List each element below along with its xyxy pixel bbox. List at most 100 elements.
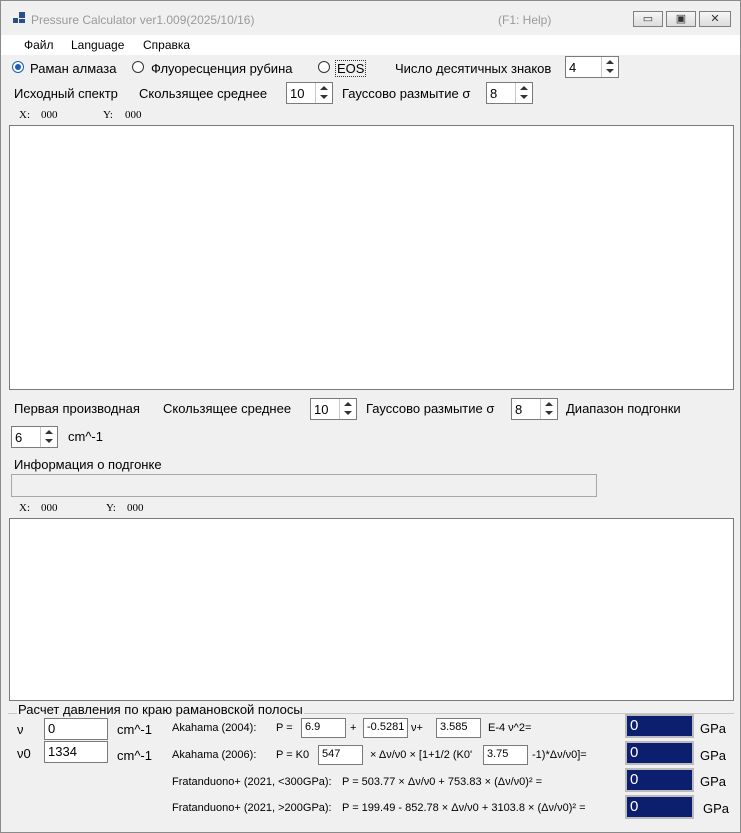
fit-range-label: Диапазон подгонки — [566, 401, 681, 416]
close-button[interactable]: ✕ — [699, 11, 731, 27]
akahama2004-result: 0 — [625, 714, 694, 738]
app-icon — [13, 12, 25, 24]
help-hint: (F1: Help) — [498, 13, 552, 27]
fit-info-field[interactable] — [11, 474, 597, 497]
spectrum-plot-area[interactable] — [9, 125, 734, 390]
fit-range-value: 6 — [15, 430, 23, 445]
spectrum-moving-avg-label: Скользящее среднее — [139, 86, 268, 101]
derivative-moving-avg-stepper[interactable]: 10 — [310, 398, 357, 420]
akahama2004-b-input[interactable]: -0.5281 — [363, 718, 408, 738]
stepper-down-icon[interactable] — [45, 439, 53, 443]
fratanduono-low-name: Fratanduono+ (2021, <300GPa): — [172, 776, 332, 788]
radio-eos-label[interactable]: EOS — [335, 60, 367, 77]
fratanduono-high-formula: P = 199.49 - 852.78 × Δν/ν0 + 3103.8 × (… — [342, 802, 586, 814]
minimize-button[interactable]: ▭ — [633, 11, 663, 27]
radio-diamond-raman[interactable] — [12, 61, 24, 73]
menu-bar: Файл Language Справка — [1, 35, 740, 55]
fratanduono-low-result-value: 0 — [630, 771, 639, 788]
menu-help[interactable]: Справка — [143, 38, 190, 52]
stepper-up-icon[interactable] — [545, 402, 553, 406]
akahama2006-tail: -1)*Δν/ν0]= — [532, 749, 587, 761]
spectrum-moving-avg-stepper[interactable]: 10 — [286, 82, 333, 104]
akahama2006-mid: × Δν/ν0 × [1+1/2 (K0' — [370, 749, 473, 761]
nu0-unit: cm^-1 — [117, 748, 152, 763]
nu-input[interactable]: 0 — [44, 718, 108, 740]
spectrum-gauss-value: 8 — [490, 86, 498, 101]
radio-eos[interactable] — [318, 61, 330, 73]
derivative-label: Первая производная — [14, 401, 140, 416]
stepper-up-icon[interactable] — [320, 86, 328, 90]
spectrum-x-label: X: — [19, 109, 30, 121]
derivative-moving-avg-label: Скользящее среднее — [163, 401, 292, 416]
decimals-label: Число десятичных знаков — [395, 61, 552, 76]
akahama2006-unit: GPa — [700, 748, 727, 763]
stepper-down-icon[interactable] — [320, 95, 328, 99]
akahama2006-k0: 547 — [322, 748, 341, 760]
akahama2006-result: 0 — [625, 741, 694, 765]
close-icon: ✕ — [710, 13, 720, 25]
spectrum-gauss-stepper[interactable]: 8 — [486, 82, 533, 104]
maximize-icon: ▣ — [675, 13, 687, 25]
stepper-down-icon[interactable] — [520, 95, 528, 99]
akahama2004-unit: GPa — [700, 721, 727, 736]
spectrum-gauss-label: Гауссово размытие σ — [342, 86, 471, 101]
fit-range-unit: cm^-1 — [68, 429, 103, 444]
menu-language[interactable]: Language — [71, 38, 124, 52]
akahama2004-tail: E-4 ν^2= — [488, 722, 532, 734]
maximize-button[interactable]: ▣ — [666, 11, 696, 27]
minimize-icon: ▭ — [642, 13, 654, 25]
nu0-value: 1334 — [48, 744, 77, 759]
stepper-down-icon[interactable] — [344, 411, 352, 415]
akahama2004-p: P = — [276, 722, 293, 734]
fratanduono-low-formula: P = 503.77 × Δν/ν0 + 753.83 × (Δν/ν0)² = — [342, 776, 543, 788]
derivative-x-value: 000 — [41, 502, 58, 514]
fratanduono-high-unit: GPa — [703, 801, 730, 816]
fratanduono-low-unit: GPa — [700, 774, 727, 789]
spectrum-label: Исходный спектр — [14, 86, 118, 101]
fit-info-label: Информация о подгонке — [14, 457, 162, 472]
akahama2004-plus: + — [350, 722, 357, 734]
fratanduono-high-result-value: 0 — [630, 798, 639, 815]
nu0-input[interactable]: 1334 — [44, 741, 108, 763]
derivative-y-value: 000 — [127, 502, 144, 514]
radio-ruby-fluorescence[interactable] — [132, 61, 144, 73]
akahama2006-k0prime-input[interactable]: 3.75 — [483, 745, 528, 765]
menu-file[interactable]: Файл — [24, 38, 54, 52]
derivative-gauss-stepper[interactable]: 8 — [511, 398, 558, 420]
akahama2004-a: 6.9 — [305, 721, 321, 733]
decimals-stepper[interactable]: 4 — [565, 56, 619, 78]
stepper-down-icon[interactable] — [606, 69, 614, 73]
nu-value: 0 — [48, 721, 56, 736]
akahama2006-name: Akahama (2006): — [172, 749, 257, 761]
fratanduono-high-result: 0 — [625, 795, 694, 819]
nu0-label: ν0 — [17, 746, 31, 761]
nu-unit: cm^-1 — [117, 722, 152, 737]
fratanduono-low-result: 0 — [625, 768, 694, 792]
akahama2006-k0-input[interactable]: 547 — [318, 745, 363, 765]
fit-range-stepper[interactable]: 6 — [11, 426, 58, 448]
stepper-up-icon[interactable] — [520, 86, 528, 90]
stepper-down-icon[interactable] — [545, 411, 553, 415]
akahama2004-result-value: 0 — [630, 717, 639, 734]
window-title: Pressure Calculator ver1.009(2025/10/16) — [31, 13, 255, 27]
derivative-gauss-label: Гауссово размытие σ — [366, 401, 495, 416]
akahama2004-c-input[interactable]: 3.585 — [436, 718, 481, 738]
title-bar[interactable]: Pressure Calculator ver1.009(2025/10/16)… — [1, 1, 740, 35]
akahama2004-name: Akahama (2004): — [172, 722, 257, 734]
derivative-gauss-value: 8 — [515, 402, 523, 417]
stepper-up-icon[interactable] — [45, 430, 53, 434]
derivative-plot-area[interactable] — [9, 518, 734, 701]
akahama2004-mid: ν+ — [411, 722, 423, 734]
akahama2004-a-input[interactable]: 6.9 — [301, 718, 346, 738]
stepper-up-icon[interactable] — [344, 402, 352, 406]
spectrum-moving-avg-value: 10 — [290, 86, 305, 101]
decimals-value: 4 — [569, 60, 577, 75]
spectrum-x-value: 000 — [41, 109, 58, 121]
akahama2004-b: -0.5281 — [367, 721, 405, 733]
akahama2006-p: P = K0 — [276, 749, 310, 761]
stepper-up-icon[interactable] — [606, 60, 614, 64]
radio-diamond-raman-label[interactable]: Раман алмаза — [30, 61, 116, 76]
akahama2006-result-value: 0 — [630, 744, 639, 761]
radio-ruby-fluorescence-label[interactable]: Флуоресценция рубина — [151, 61, 292, 76]
derivative-y-label: Y: — [106, 502, 116, 514]
